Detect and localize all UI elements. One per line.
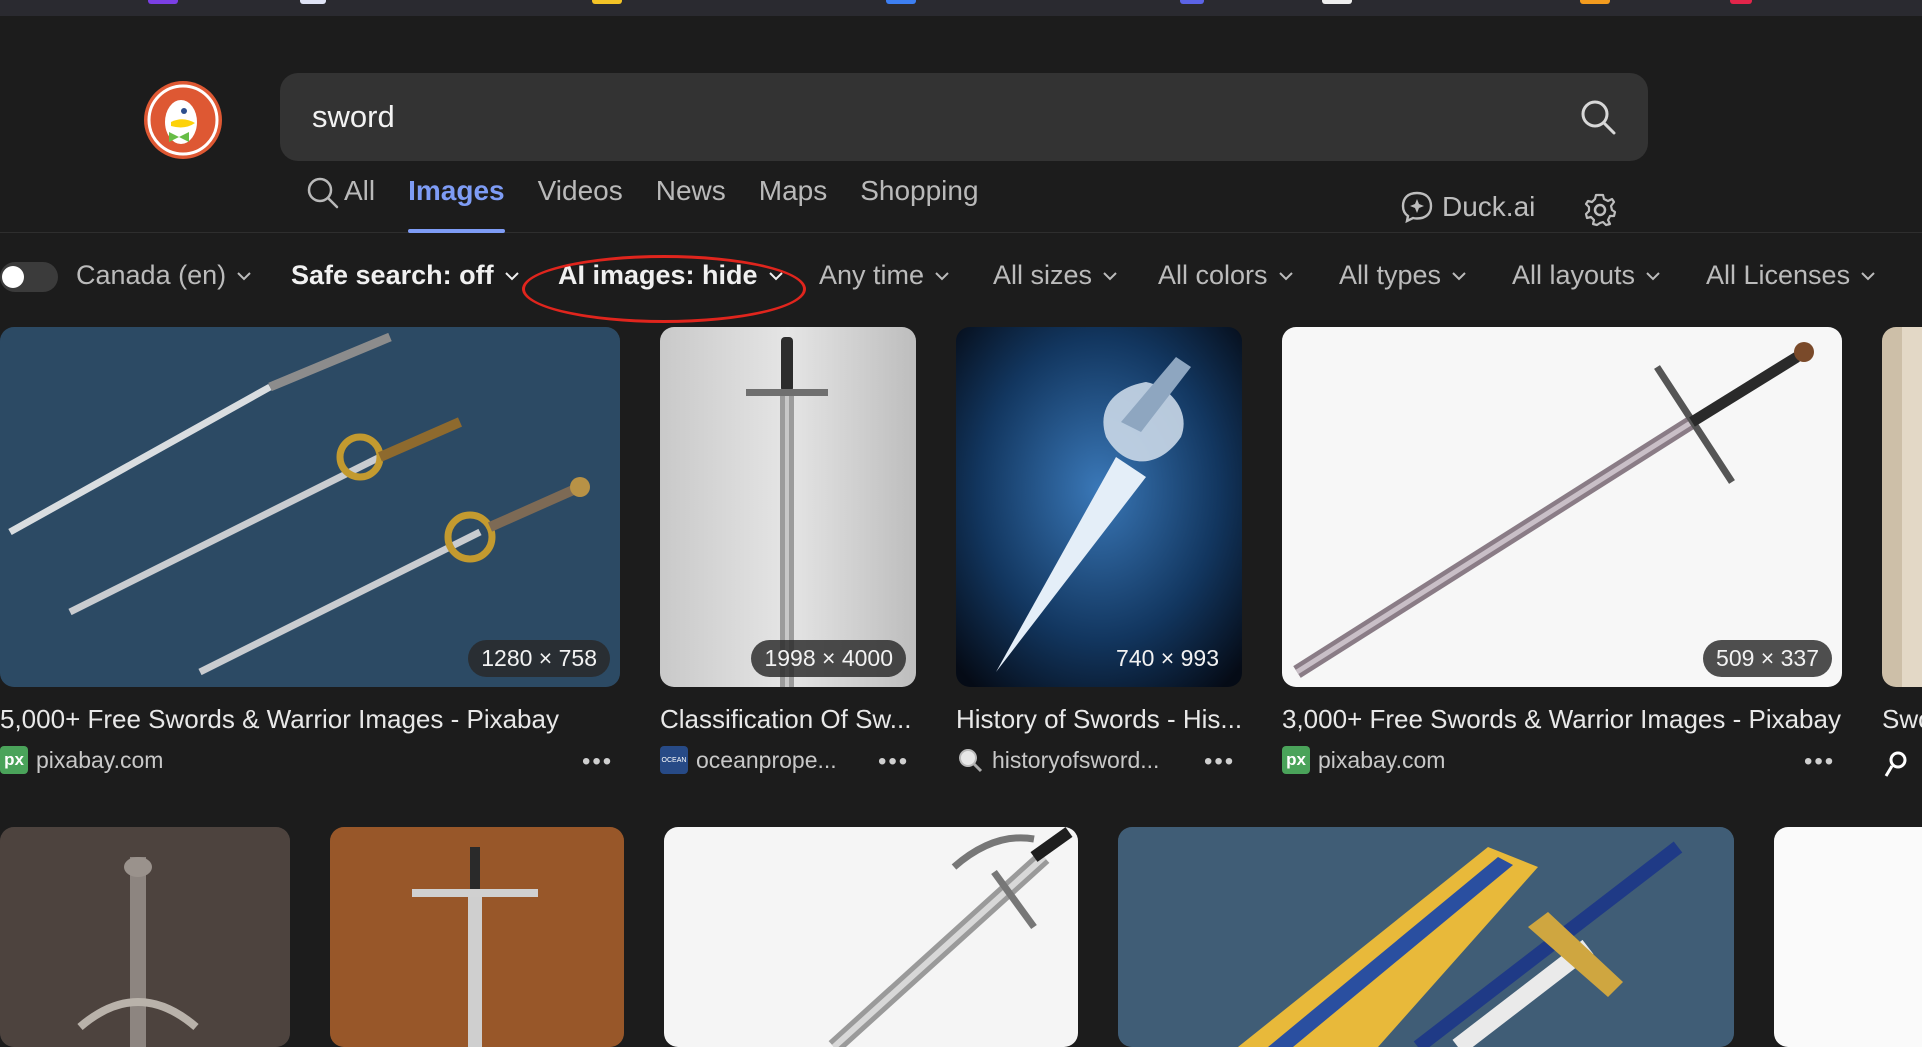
safe-search-dropdown[interactable]: Safe search: off (291, 260, 520, 291)
tab-images-label: Images (408, 175, 505, 206)
color-dropdown[interactable]: All colors (1158, 260, 1294, 291)
image-result-7[interactable] (330, 827, 624, 1047)
image-result-10[interactable] (1774, 827, 1922, 1047)
image-result-4[interactable]: 509 × 337 (1282, 327, 1842, 687)
image-dimensions-badge: 1280 × 758 (468, 640, 610, 677)
sword-image (1282, 327, 1842, 687)
search-box (280, 73, 1648, 161)
tab-images[interactable]: Images (408, 175, 505, 233)
page-header: All Images Videos News Maps Shopping Duc… (0, 16, 1922, 233)
tab-all[interactable]: All (306, 175, 375, 233)
safe-search-label: Safe search: off (291, 260, 494, 290)
time-dropdown[interactable]: Any time (819, 260, 950, 291)
chevron-down-icon (1103, 271, 1117, 280)
image-result-1[interactable]: 1280 × 758 (0, 327, 620, 687)
tab-news-label: News (655, 175, 726, 206)
license-dropdown[interactable]: All Licenses (1706, 260, 1876, 291)
time-label: Any time (819, 260, 925, 290)
image-result-8[interactable] (664, 827, 1078, 1047)
result-source-label: historyofsword... (992, 746, 1160, 773)
layout-dropdown[interactable]: All layouts (1512, 260, 1661, 291)
more-options-button[interactable]: ••• (878, 748, 909, 776)
result-source[interactable]: px pixabay.com (1282, 746, 1445, 774)
result-source[interactable]: OCEAN oceanprope... (660, 746, 837, 774)
image-dimensions-badge: 1998 × 4000 (751, 640, 906, 677)
duckduckgo-logo[interactable] (143, 80, 223, 160)
more-options-button[interactable]: ••• (582, 748, 613, 776)
oceanproperty-favicon: OCEAN (660, 746, 688, 774)
size-dropdown[interactable]: All sizes (993, 260, 1118, 291)
result-title[interactable]: History of Swords - His... (956, 704, 1242, 735)
filter-bar: Canada (en) Safe search: off AI images: … (0, 252, 1922, 302)
size-label: All sizes (993, 260, 1093, 290)
chevron-down-icon (237, 271, 251, 280)
sword-image (1774, 827, 1922, 1047)
tab-videos-label: Videos (537, 175, 623, 206)
pixabay-favicon: px (1282, 746, 1310, 774)
ai-images-label: AI images: hide (558, 260, 758, 290)
result-source[interactable]: px pixabay.com (0, 746, 163, 774)
result-title[interactable]: Classification Of Sw... (660, 704, 916, 735)
region-toggle[interactable] (0, 262, 58, 292)
chevron-down-icon (768, 271, 783, 280)
pixabay-favicon: px (0, 746, 28, 774)
color-label: All colors (1158, 260, 1268, 290)
more-options-button[interactable]: ••• (1204, 748, 1235, 776)
chevron-down-icon (1646, 271, 1660, 280)
search-icon (307, 177, 339, 209)
chevron-down-icon (935, 271, 949, 280)
gear-icon[interactable] (1582, 192, 1618, 228)
image-dimensions-badge: 740 × 993 (1116, 645, 1219, 671)
pin-favicon (1884, 751, 1907, 777)
type-dropdown[interactable]: All types (1339, 260, 1467, 291)
sword-image (330, 827, 624, 1047)
chevron-down-icon (1861, 271, 1875, 280)
sword-image (0, 327, 620, 687)
image-result-2[interactable]: 1998 × 4000 (660, 327, 916, 687)
license-label: All Licenses (1706, 260, 1851, 290)
result-title[interactable]: 5,000+ Free Swords & Warrior Images - Pi… (0, 704, 620, 735)
result-source-label: oceanprope... (696, 746, 837, 773)
browser-bookmarks-strip (0, 0, 1922, 17)
search-icon[interactable] (1578, 97, 1618, 137)
chevron-down-icon (504, 271, 519, 280)
tab-maps[interactable]: Maps (759, 175, 827, 233)
tab-all-label: All (344, 175, 376, 206)
image-result-5[interactable] (1882, 327, 1922, 687)
ai-images-dropdown[interactable]: AI images: hide (558, 260, 784, 291)
layout-label: All layouts (1512, 260, 1636, 290)
image-result-3[interactable]: 740 × 993 (956, 327, 1242, 687)
image-dimensions-badge: 509 × 337 (1703, 640, 1832, 677)
sword-image (664, 827, 1078, 1047)
tab-shopping-label: Shopping (860, 175, 979, 206)
result-source-label: pixabay.com (36, 746, 164, 773)
tab-videos[interactable]: Videos (538, 175, 623, 233)
sword-image (1882, 327, 1922, 687)
type-label: All types (1339, 260, 1442, 290)
chevron-down-icon (1278, 271, 1293, 280)
tab-shopping[interactable]: Shopping (860, 175, 978, 233)
result-source-label: pixabay.com (1318, 746, 1446, 773)
sword-image (660, 327, 916, 687)
search-tabs: All Images Videos News Maps Shopping (306, 175, 979, 233)
result-source[interactable]: historyofsword... (956, 746, 1159, 774)
region-label: Canada (en) (76, 260, 227, 290)
magnifier-favicon (959, 749, 983, 773)
result-title[interactable]: 3,000+ Free Swords & Warrior Images - Pi… (1282, 704, 1842, 735)
image-result-6[interactable] (0, 827, 290, 1047)
chevron-down-icon (1452, 271, 1466, 280)
sword-image (0, 827, 290, 1047)
duckai-icon (1401, 191, 1433, 224)
tab-news[interactable]: News (656, 175, 726, 233)
more-options-button[interactable]: ••• (1804, 748, 1835, 776)
tab-maps-label: Maps (758, 175, 828, 206)
sword-image (956, 327, 1242, 687)
result-title[interactable]: Swo (1882, 704, 1922, 735)
sword-image (1118, 827, 1734, 1047)
image-result-9[interactable] (1118, 827, 1734, 1047)
duckai-label: Duck.ai (1442, 191, 1536, 222)
search-input[interactable] (312, 73, 1512, 161)
duckai-button[interactable]: Duck.ai (1400, 190, 1535, 224)
region-dropdown[interactable]: Canada (en) (76, 260, 252, 291)
